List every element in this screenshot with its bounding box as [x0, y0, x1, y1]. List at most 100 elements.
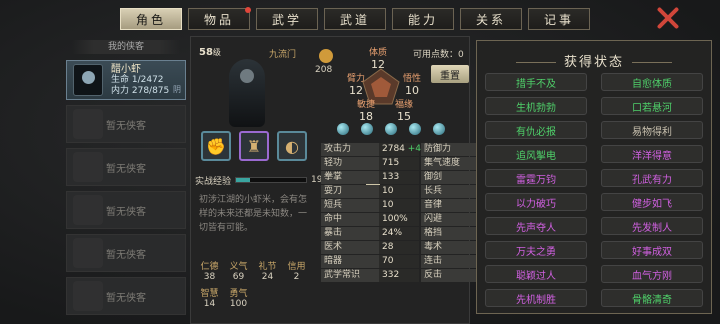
state-badge[interactable]: 骨骼清奇 — [601, 289, 703, 307]
gem-icon[interactable] — [433, 123, 445, 135]
state-badge[interactable]: 有仇必报 — [485, 121, 587, 139]
state-badge[interactable]: 生机勃勃 — [485, 97, 587, 115]
states-title: 获得状态 — [477, 51, 711, 70]
state-badge[interactable]: 口若悬河 — [601, 97, 703, 115]
hero-mp: 内力 278/875 — [111, 85, 170, 96]
gem-slots — [337, 123, 445, 135]
attr-fuyuan: 福缘 15 — [394, 100, 413, 123]
exp-bar — [235, 177, 308, 183]
gem-icon[interactable] — [361, 123, 373, 135]
state-badge[interactable]: 先发制人 — [601, 217, 703, 235]
stat-label: 暗器 — [321, 255, 379, 268]
tab-6[interactable]: 记事 — [528, 8, 590, 30]
close-icon[interactable] — [656, 5, 680, 29]
character-bio: 初涉江湖的小虾米，会有怎样的未来还都是未知数，一切皆有可能。 — [199, 195, 308, 233]
social-attr: 信用 2 — [287, 262, 306, 282]
state-badge[interactable]: 洋洋得意 — [601, 145, 703, 163]
tab-0[interactable]: 角色 — [120, 8, 182, 30]
stat-value: 24% — [379, 227, 419, 240]
hero-name: 醋小虾 — [111, 63, 141, 75]
sidebar-empty-slot[interactable]: 暂无侠客 — [66, 191, 186, 229]
tab-2[interactable]: 武学 — [256, 8, 318, 30]
stat-label: 格挡 — [421, 227, 479, 240]
sidebar-empty-slot[interactable]: 暂无侠客 — [66, 105, 186, 143]
stat-value: 10 — [379, 199, 419, 212]
gem-icon[interactable] — [409, 123, 421, 135]
state-badge[interactable]: 万夫之勇 — [485, 241, 587, 259]
social-attr: 义气 69 — [229, 262, 248, 282]
social-attr: 仁德 38 — [200, 262, 219, 282]
armor-icon[interactable]: ♜ — [239, 131, 269, 161]
coin-value: 208 — [315, 65, 333, 75]
mask-icon[interactable]: ◐ — [277, 131, 307, 161]
social-attrs: 仁德 38 义气 69 礼节 24 信用 2 智慧 14 勇气 100 — [195, 259, 311, 309]
gauntlet-icon[interactable]: ✊ — [201, 131, 231, 161]
state-badge[interactable]: 雷霆万钧 — [485, 169, 587, 187]
tab-4[interactable]: 能力 — [392, 8, 454, 30]
state-badge[interactable]: 先声夺人 — [485, 217, 587, 235]
stat-value: 332 — [379, 269, 419, 282]
stat-label: 长兵 — [421, 185, 479, 198]
tab-bar: 角色 物品 武学 武道 能力 关系 记事 — [120, 7, 590, 30]
stat-label: 防御力 — [421, 143, 479, 156]
sidebar-title: 我的侠客 — [72, 40, 180, 54]
stat-label: 闪避 — [421, 213, 479, 226]
avatar-placeholder — [73, 152, 103, 182]
hero-hp: 生命 1/2472 — [111, 74, 164, 85]
state-badge[interactable]: 先机制胜 — [485, 289, 587, 307]
state-badge[interactable]: 聪颖过人 — [485, 265, 587, 283]
social-attr: 礼节 24 — [258, 262, 277, 282]
character-panel: 58级 九流门 208 可用点数：0 重置 体质 12 臂力 12 悟性 10 敏捷 1… — [190, 36, 519, 324]
equipment-slots: ✊ ♜ ◐ — [201, 131, 307, 161]
state-badge[interactable]: 血气方刚 — [601, 265, 703, 283]
tab-3[interactable]: 武道 — [324, 8, 386, 30]
hero-tag: 阴 — [173, 85, 181, 94]
gem-icon[interactable] — [385, 123, 397, 135]
state-badge[interactable]: 追风掣电 — [485, 145, 587, 163]
sidebar-empty-slot[interactable]: 暂无侠客 — [66, 277, 186, 315]
attr-wuxing: 悟性 10 — [402, 74, 421, 97]
stat-label: 攻击力 — [321, 143, 379, 156]
stat-label: 轻功 — [321, 157, 379, 170]
state-badge[interactable]: 好事成双 — [601, 241, 703, 259]
stat-value: 2784 +477 — [379, 143, 433, 156]
stat-label: 集气速度 — [421, 157, 479, 170]
sidebar-empty-slot[interactable]: 暂无侠客 — [66, 148, 186, 186]
tab-5[interactable]: 关系 — [460, 8, 522, 30]
stat-value: 715 — [379, 157, 419, 170]
sect-name: 九流门 — [269, 50, 297, 60]
stat-label: 命中 — [321, 213, 379, 226]
state-badge[interactable]: 孔武有力 — [601, 169, 703, 187]
exp-label: 实战经验 — [195, 176, 232, 187]
attr-biili: 臂力 12 — [346, 74, 365, 97]
state-badge[interactable]: 易物得利 — [601, 121, 703, 139]
stat-label: 耍刀 — [321, 185, 379, 198]
stat-label: 毒术 — [421, 241, 479, 254]
stat-label: 暴击 — [321, 227, 379, 240]
social-attr: 勇气 100 — [229, 289, 248, 309]
sidebar-hero-selected[interactable]: 醋小虾 生命 1/2472 内力 278/875 阴 — [66, 60, 186, 100]
stat-label: 连击 — [421, 255, 479, 268]
social-attr: 智慧 14 — [200, 289, 219, 309]
available-points: 可用点数：0 — [413, 50, 464, 60]
stat-label: 短兵 — [321, 199, 379, 212]
coin-icon — [319, 49, 333, 63]
avatar-placeholder — [73, 238, 103, 268]
stat-label: 反击 — [421, 269, 479, 282]
attr-tizhi: 体质 12 — [368, 48, 387, 71]
state-badge[interactable]: 措手不及 — [485, 73, 587, 91]
stat-value: 10 — [379, 185, 419, 198]
stat-label: 医术 — [321, 241, 379, 254]
attr-minjie: 敏捷 18 — [356, 100, 375, 123]
tab-1[interactable]: 物品 — [188, 7, 251, 30]
state-badge[interactable]: 健步如飞 — [601, 193, 703, 211]
reset-button[interactable]: 重置 — [431, 65, 469, 83]
gem-icon[interactable] — [337, 123, 349, 135]
stat-label: 御剑 — [421, 171, 479, 184]
stat-label: 拳掌 — [321, 171, 379, 184]
state-badge[interactable]: 自愈体质 — [601, 73, 703, 91]
stat-value: 133 — [379, 171, 419, 184]
avatar-placeholder — [73, 281, 103, 311]
state-badge[interactable]: 以力破巧 — [485, 193, 587, 211]
sidebar-empty-slot[interactable]: 暂无侠客 — [66, 234, 186, 272]
